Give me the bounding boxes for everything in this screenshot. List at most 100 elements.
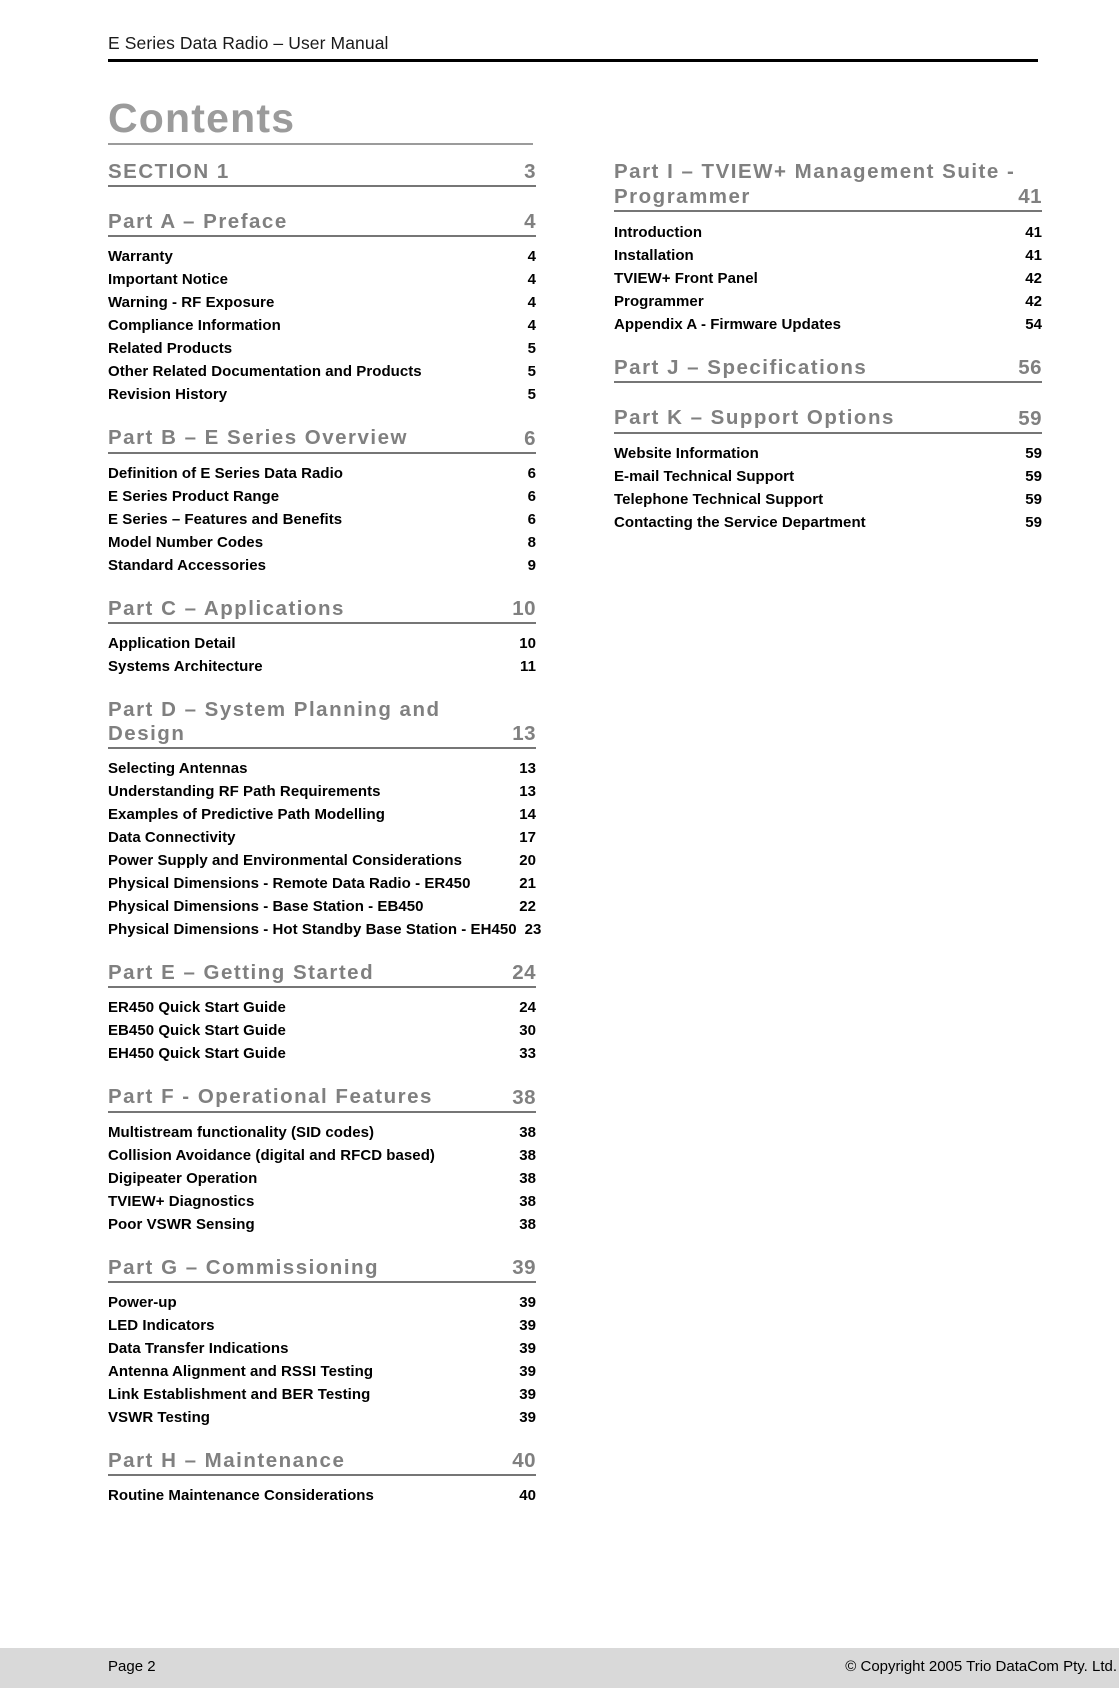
toc-part-heading[interactable]: SECTION 1 3	[108, 160, 536, 188]
toc-entry-page-number: 38	[519, 1215, 536, 1233]
toc-entry[interactable]: E Series – Features and Benefits 6	[108, 511, 536, 528]
toc-entry[interactable]: Compliance Information 4	[108, 317, 536, 334]
toc-entry[interactable]: Definition of E Series Data Radio 6	[108, 465, 536, 482]
toc-entry[interactable]: ER450 Quick Start Guide 24	[108, 999, 536, 1016]
toc-part-heading[interactable]: Part I – TVIEW+ Management Suite - Progra…	[614, 160, 1042, 213]
toc-entry[interactable]: Revision History 5	[108, 386, 536, 403]
toc-entry[interactable]: Introduction 41	[614, 224, 1042, 241]
toc-entry[interactable]: Data Connectivity 17	[108, 829, 536, 846]
toc-entry[interactable]: Programmer 42	[614, 293, 1042, 310]
toc-entry-title: Other Related Documentation and Products	[108, 363, 422, 381]
toc-entry-title: LED Indicators	[108, 1316, 215, 1334]
toc-entry[interactable]: Link Establishment and BER Testing 39	[108, 1386, 536, 1403]
toc-entry-page-number: 24	[519, 999, 536, 1017]
toc-part-heading[interactable]: Part H – Maintenance 40	[108, 1449, 536, 1476]
page-footer: Page 2 © Copyright 2005 Trio DataCom Pty…	[0, 1648, 1119, 1688]
toc-part-page-number: 13	[512, 722, 536, 746]
toc-part-page-number: 4	[524, 210, 536, 234]
toc-entry[interactable]: Related Products 5	[108, 340, 536, 357]
toc-part-heading[interactable]: Part F - Operational Features 38	[108, 1085, 536, 1113]
toc-entry[interactable]: Physical Dimensions - Base Station - EB4…	[108, 898, 536, 915]
toc-part-heading[interactable]: Part C – Applications 10	[108, 597, 536, 624]
toc-entry[interactable]: Examples of Predictive Path Modelling 14	[108, 806, 536, 823]
toc-entry-page-number: 4	[527, 317, 536, 335]
toc-entry-page-number: 59	[1025, 467, 1042, 485]
toc-entry[interactable]: Contacting the Service Department 59	[614, 514, 1042, 531]
toc-entry[interactable]: Installation 41	[614, 247, 1042, 264]
toc-entry[interactable]: Telephone Technical Support 59	[614, 491, 1042, 508]
toc-part-heading[interactable]: Part A – Preface 4	[108, 210, 536, 238]
toc-part-page-number: 10	[512, 596, 536, 620]
toc-entry-title: TVIEW+ Diagnostics	[108, 1192, 255, 1210]
toc-entry-page-number: 33	[519, 1045, 536, 1063]
toc-entry-page-number: 6	[527, 464, 536, 482]
toc-part-page-number: 24	[512, 961, 536, 985]
toc-entry[interactable]: Physical Dimensions - Hot Standby Base S…	[108, 921, 541, 938]
toc-entry-title: Data Transfer Indications	[108, 1339, 289, 1357]
toc-entry-page-number: 59	[1025, 513, 1042, 531]
toc-entry-title: E Series Product Range	[108, 487, 280, 505]
toc-entry-title: Model Number Codes	[108, 533, 264, 551]
toc-part-heading[interactable]: Part D – System Planning and Design 13	[108, 698, 536, 750]
toc-entry[interactable]: Routine Maintenance Considerations 40	[108, 1487, 536, 1504]
toc-column-left: SECTION 1 3 Part A – Preface 4 Warranty 4 Impo…	[108, 160, 541, 1504]
toc-entry[interactable]: EB450 Quick Start Guide 30	[108, 1022, 536, 1039]
toc-entry[interactable]: Model Number Codes 8	[108, 534, 536, 551]
toc-entry[interactable]: TVIEW+ Front Panel 42	[614, 270, 1042, 287]
toc-part-title: Part H – Maintenance	[108, 1448, 346, 1472]
toc-entry[interactable]: Data Transfer Indications 39	[108, 1340, 536, 1357]
toc-entry[interactable]: Important Notice 4	[108, 271, 536, 288]
toc-entry-page-number: 13	[519, 783, 536, 801]
toc-entry-title: Link Establishment and BER Testing	[108, 1385, 371, 1403]
toc-entry-page-number: 41	[1025, 224, 1042, 242]
toc-part-heading[interactable]: Part K – Support Options 59	[614, 406, 1042, 434]
toc-entry-title: Related Products	[108, 340, 233, 358]
toc-entry[interactable]: Warning - RF Exposure 4	[108, 294, 536, 311]
toc-entry-page-number: 22	[519, 898, 536, 916]
toc-entry-title: ER450 Quick Start Guide	[108, 999, 286, 1017]
toc-entry[interactable]: Collision Avoidance (digital and RFCD ba…	[108, 1147, 536, 1164]
toc-entry[interactable]: VSWR Testing 39	[108, 1409, 536, 1426]
toc-entry[interactable]: LED Indicators 39	[108, 1317, 536, 1334]
toc-entry[interactable]: Understanding RF Path Requirements 13	[108, 783, 536, 800]
toc-part-heading[interactable]: Part E – Getting Started 24	[108, 961, 536, 989]
toc-entry[interactable]: Other Related Documentation and Products…	[108, 363, 536, 380]
toc-entry[interactable]: Power Supply and Environmental Considera…	[108, 852, 536, 869]
toc-entry-title: Poor VSWR Sensing	[108, 1215, 255, 1233]
toc-entry[interactable]: Selecting Antennas 13	[108, 760, 536, 777]
toc-entry-page-number: 38	[519, 1123, 536, 1141]
toc-entry[interactable]: Multistream functionality (SID codes) 38	[108, 1124, 536, 1141]
toc-entry[interactable]: TVIEW+ Diagnostics 38	[108, 1193, 536, 1210]
toc-entry-title: Warning - RF Exposure	[108, 294, 275, 312]
toc-entry-title: Power Supply and Environmental Considera…	[108, 852, 462, 870]
toc-entry-title: Appendix A - Firmware Updates	[614, 316, 842, 334]
toc-entry[interactable]: Application Detail 10	[108, 635, 536, 652]
toc-entry[interactable]: Poor VSWR Sensing 38	[108, 1216, 536, 1233]
toc-entry-title: Important Notice	[108, 271, 228, 289]
toc-part-heading[interactable]: Part B – E Series Overview 6	[108, 426, 536, 454]
toc-entry-page-number: 39	[519, 1385, 536, 1403]
toc-entry-page-number: 42	[1025, 293, 1042, 311]
toc-entry[interactable]: E-mail Technical Support 59	[614, 468, 1042, 485]
toc-entry-title: Physical Dimensions - Base Station - EB4…	[108, 898, 424, 916]
toc-entry-title: Installation	[614, 247, 694, 265]
toc-entry[interactable]: Website Information 59	[614, 445, 1042, 462]
toc-entry[interactable]: EH450 Quick Start Guide 33	[108, 1045, 536, 1062]
toc-entry[interactable]: Warranty 4	[108, 248, 536, 265]
toc-part-heading[interactable]: Part G – Commissioning 39	[108, 1256, 536, 1283]
toc-entry-title: Physical Dimensions - Remote Data Radio …	[108, 875, 471, 893]
toc-entry[interactable]: Appendix A - Firmware Updates 54	[614, 316, 1042, 333]
toc-entry[interactable]: Standard Accessories 9	[108, 557, 536, 574]
toc-entry-page-number: 21	[519, 875, 536, 893]
toc-entry[interactable]: Digipeater Operation 38	[108, 1170, 536, 1187]
toc-part-heading[interactable]: Part J – Specifications 56	[614, 356, 1042, 384]
toc-part-page-number: 56	[1018, 356, 1042, 380]
toc-entry-page-number: 39	[519, 1408, 536, 1426]
toc-entry-title: Standard Accessories	[108, 556, 267, 574]
toc-entry[interactable]: Power-up 39	[108, 1294, 536, 1311]
toc-entry-title: Contacting the Service Department	[614, 513, 866, 531]
toc-entry[interactable]: Systems Architecture 11	[108, 658, 536, 675]
toc-entry[interactable]: Physical Dimensions - Remote Data Radio …	[108, 875, 536, 892]
toc-entry[interactable]: Antenna Alignment and RSSI Testing 39	[108, 1363, 536, 1380]
toc-entry[interactable]: E Series Product Range 6	[108, 488, 536, 505]
